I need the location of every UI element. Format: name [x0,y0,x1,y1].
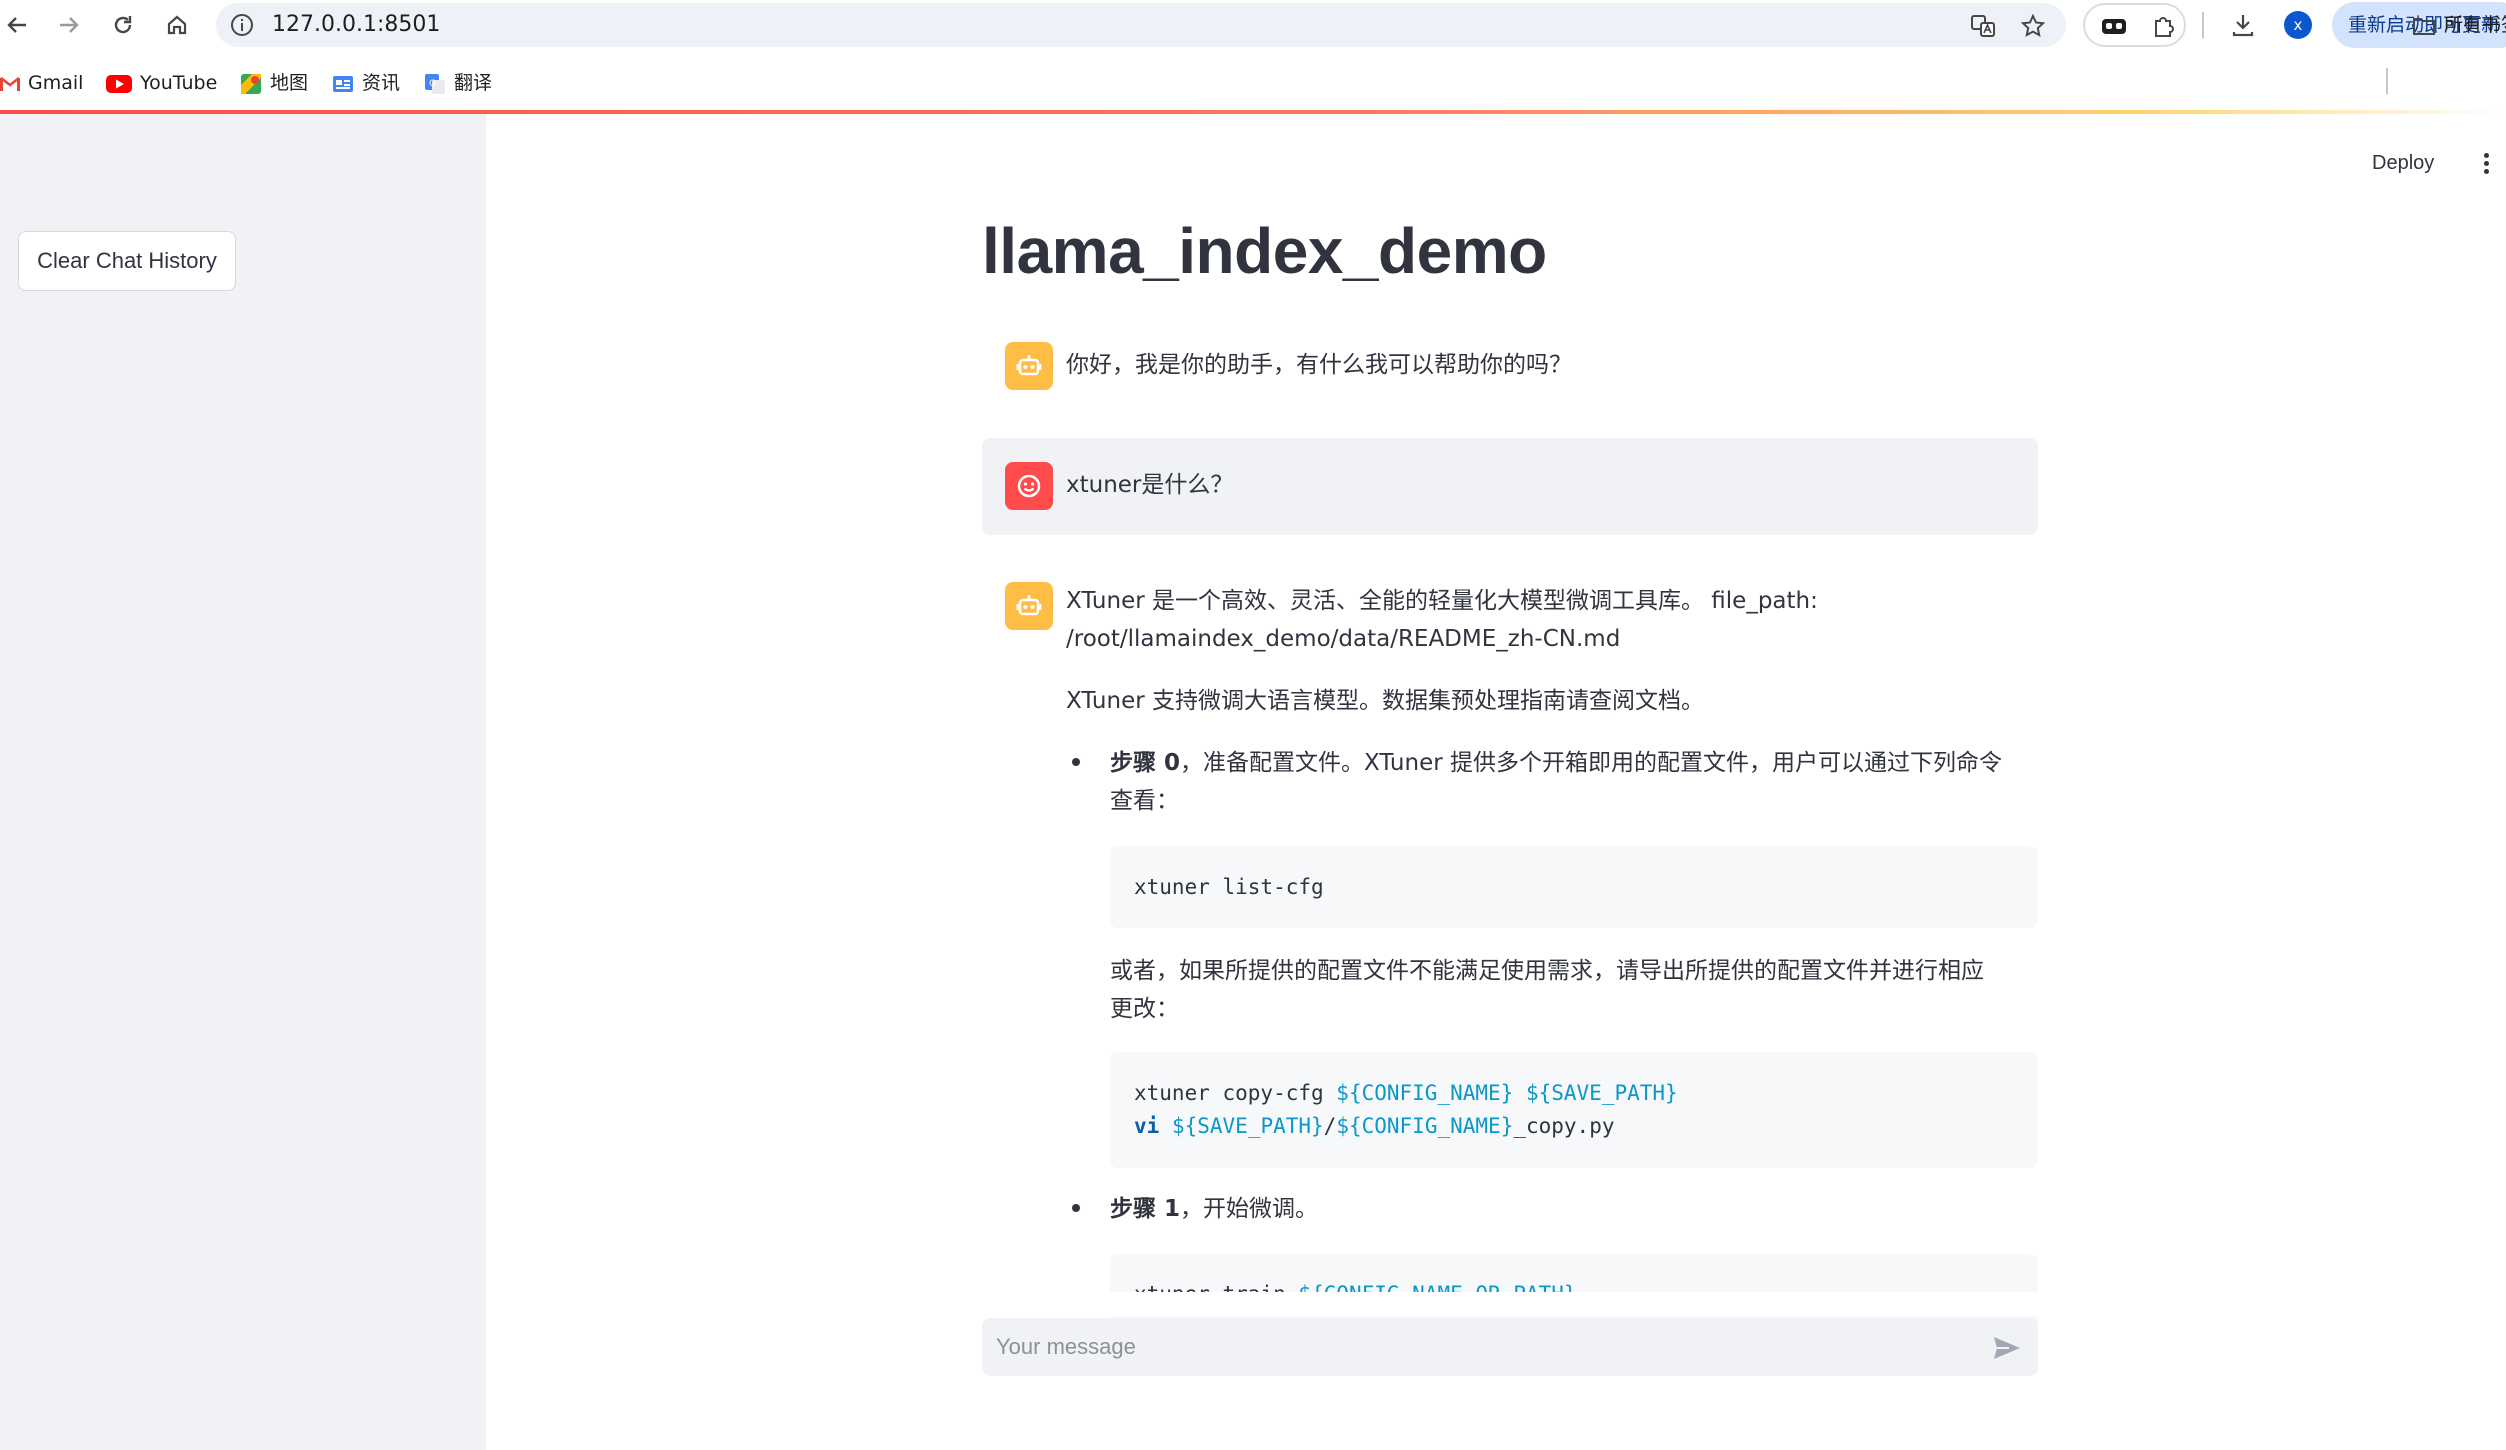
google-translate-icon: G [425,73,445,94]
step-1-line: 步骤 1，开始微调。 [1110,1190,1318,1228]
browser-toolbar: 127.0.0.1:8501 x 重新启动即可更新 [0,0,2506,51]
extension-mask-icon[interactable] [2101,14,2127,38]
answer-paragraph-2: XTuner 支持微调大语言模型。数据集预处理指南请查阅文档。 [1066,688,1704,714]
code-line: vi ${SAVE_PATH}/${CONFIG_NAME}_copy.py [1134,1110,2014,1143]
star-icon[interactable] [2020,13,2046,39]
step-0-line-2: 查看： [1110,788,1179,814]
bookmark-label: 翻译 [454,72,493,94]
bookmark-youtube[interactable]: YouTube [106,68,217,98]
chat-scroll-cutoff [982,1292,2082,1316]
folder-icon [2413,17,2435,35]
code-variable: ${SAVE_PATH} [1525,1081,1678,1105]
bookmark-label: 地图 [270,72,309,94]
bookmark-gmail[interactable]: Gmail [0,68,83,98]
bookmark-label: YouTube [140,72,218,94]
assistant-greeting: 你好，我是你的助手，有什么我可以帮助你的吗？ [1066,352,1572,378]
all-bookmarks-folder[interactable]: 所有书签 [2412,10,2506,40]
alternative-line-2: 更改： [1110,996,1179,1022]
code-block-copy-cfg: xtuner copy-cfg ${CONFIG_NAME} ${SAVE_PA… [1110,1052,2038,1168]
step-0-line-1: 步骤 0，准备配置文件。XTuner 提供多个开箱即用的配置文件，用户可以通过下… [1110,744,2002,782]
list-bullet [1072,1204,1080,1212]
news-icon [333,75,353,92]
code-variable: ${SAVE_PATH} [1171,1114,1324,1138]
code-keyword: vi [1134,1114,1160,1138]
bookmark-maps[interactable]: 地图 [240,68,308,98]
step-0-label: 步骤 0 [1110,750,1181,776]
url-text[interactable]: 127.0.0.1:8501 [272,3,440,47]
youtube-icon [106,74,132,93]
robot-icon [1016,355,1042,376]
puzzle-icon[interactable] [2151,13,2177,39]
clear-chat-history-button[interactable]: Clear Chat History [18,231,236,291]
send-icon[interactable] [1992,1335,2022,1361]
bookmarks-divider [2386,68,2388,94]
bookmarks-bar: Gmail YouTube 地图 资讯 G 翻译 [0,58,2506,108]
list-bullet [1072,758,1080,766]
code-block-list-cfg: xtuner list-cfg [1110,846,2038,928]
page-title: llama_index_demo [982,215,1547,287]
home-icon[interactable] [160,8,194,42]
main-menu-icon[interactable] [2476,150,2496,178]
reload-icon[interactable] [106,8,140,42]
address-bar[interactable]: 127.0.0.1:8501 [216,3,2066,47]
code-token: _copy.py [1513,1114,1615,1138]
code-variable: ${CONFIG_NAME} [1336,1114,1514,1138]
chat-input-container [982,1318,2038,1376]
site-info-icon[interactable] [230,13,254,37]
smile-icon [1017,474,1041,498]
bookmark-label: 资讯 [362,72,401,94]
code-token: / [1323,1114,1337,1138]
code-line: xtuner list-cfg [1134,875,1324,899]
bookmark-label: Gmail [28,72,84,94]
bookmark-translate[interactable]: G 翻译 [424,68,492,98]
chat-message-input[interactable] [982,1318,1942,1376]
profile-avatar[interactable]: x [2284,11,2312,39]
answer-file-path: /root/llamaindex_demo/data/README_zh-CN.… [1066,626,1621,652]
forward-icon[interactable] [52,8,86,42]
back-icon[interactable] [0,8,34,42]
step-0-text: ，准备配置文件。XTuner 提供多个开箱即用的配置文件，用户可以通过下列命令 [1180,750,2002,776]
all-bookmarks-label: 所有书签 [2444,14,2506,36]
gmail-icon [0,76,20,91]
translate-icon[interactable] [1970,13,1996,39]
user-avatar [1005,462,1053,510]
maps-icon [241,73,261,94]
assistant-avatar [1005,582,1053,630]
extensions-group [2083,3,2186,47]
step-1-label: 步骤 1 [1110,1196,1181,1222]
step-1-text: ，开始微调。 [1180,1196,1319,1222]
bookmark-news[interactable]: 资讯 [332,68,400,98]
deploy-button[interactable]: Deploy [2372,152,2434,175]
assistant-avatar [1005,342,1053,390]
download-icon[interactable] [2230,12,2256,38]
svg-text:G: G [429,79,436,89]
user-message-text: xtuner是什么？ [1066,472,1234,498]
answer-paragraph-1-line-1: XTuner 是一个高效、灵活、全能的轻量化大模型微调工具库。 file_pat… [1066,588,1818,614]
sidebar [0,114,486,1450]
code-variable: ${CONFIG_NAME} [1336,1081,1514,1105]
alternative-line-1: 或者，如果所提供的配置文件不能满足使用需求，请导出所提供的配置文件并进行相应 [1110,958,1984,984]
toolbar-divider [2202,12,2204,38]
code-token: xtuner copy-cfg [1134,1081,1337,1105]
code-line: xtuner copy-cfg ${CONFIG_NAME} ${SAVE_PA… [1134,1077,2014,1110]
robot-icon [1016,595,1042,616]
